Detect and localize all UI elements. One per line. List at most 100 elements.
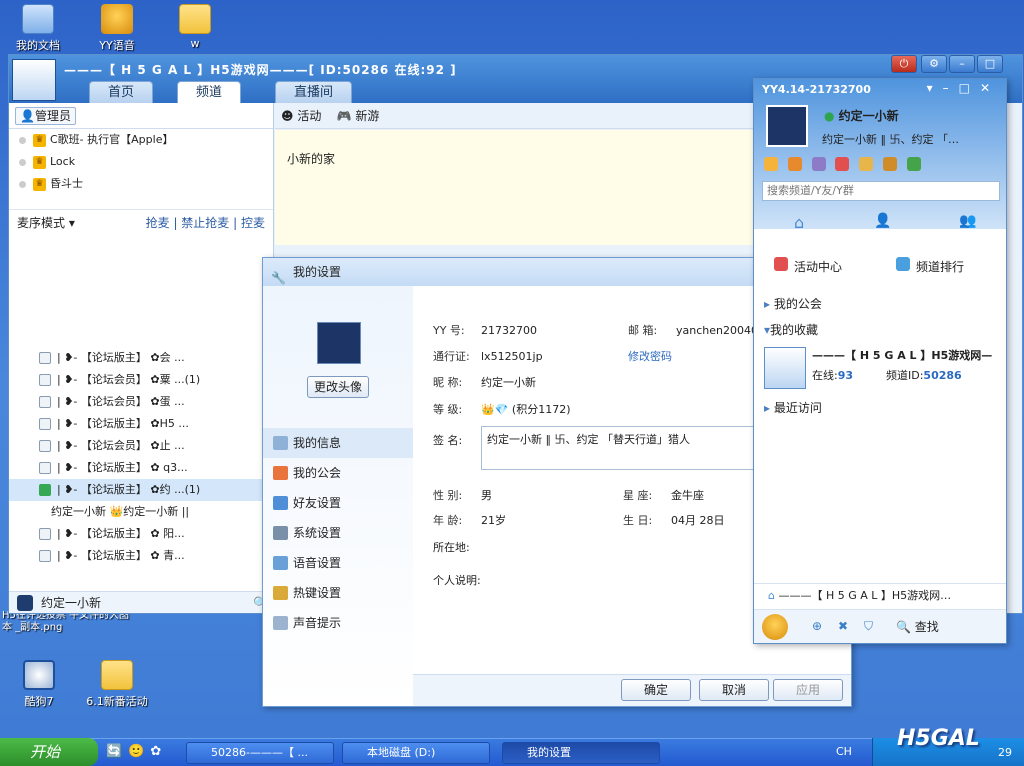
chevron-right-icon: ▸ <box>764 401 771 415</box>
lock-icon <box>39 418 51 430</box>
control-mic-link[interactable]: 控麦 <box>241 216 265 230</box>
desktop-icon-yy[interactable]: YY语音 <box>82 4 152 53</box>
keyboard-icon <box>273 586 288 600</box>
add-icon[interactable]: ⊕ <box>812 619 822 633</box>
app-icon[interactable] <box>883 157 898 171</box>
crown-icon: ♛ <box>33 177 46 191</box>
mic-mode-select[interactable]: 麦序模式 ▾ <box>17 210 75 235</box>
chevron-right-icon: ▸ <box>764 297 771 311</box>
app-icon[interactable] <box>811 157 826 171</box>
my-favorites-section[interactable]: ▾我的收藏 <box>764 321 818 338</box>
age-field: 年 龄: 21岁 <box>433 514 506 527</box>
yy-signature[interactable]: 约定一小新 ‖ 卐、约定 「… <box>822 131 959 147</box>
tab-home[interactable]: 首页 <box>89 81 154 103</box>
desktop-icon-kugou[interactable]: 酷狗7 <box>4 660 74 709</box>
nav-system-settings[interactable]: 系统设置 <box>263 518 413 548</box>
task-my-settings[interactable]: 我的设置 <box>502 742 660 764</box>
start-button[interactable]: 开始 <box>0 738 98 766</box>
activity-button[interactable]: ☻ 活动 <box>281 109 321 123</box>
nav-sound-alerts[interactable]: 声音提示 <box>263 608 413 638</box>
power-button[interactable]: ⏻ <box>891 55 917 73</box>
recent-visits-section[interactable]: ▸ 最近访问 <box>764 399 822 416</box>
nav-voice-settings[interactable]: 语音设置 <box>263 548 413 578</box>
channel-announcement: 小新的家 <box>275 130 755 245</box>
task-channel-window[interactable]: 50286-———【 ... <box>186 742 334 764</box>
list-item[interactable]: | ❥- 【论坛会员】 ✿止 ... <box>9 435 274 457</box>
app-icon[interactable] <box>906 157 921 171</box>
user-row[interactable]: ♛ Lock <box>9 151 273 173</box>
yy-main-panel: YY4.14-21732700 ▾–□✕ ● 约定一小新 约定一小新 ‖ 卐、约… <box>753 78 1007 644</box>
mic-mode-bar: 麦序模式 ▾ 抢麦 | 禁止抢麦 | 控麦 <box>9 209 273 235</box>
list-item[interactable]: | ❥- 【论坛版主】 ✿会 ... <box>9 347 274 369</box>
gift-icon <box>774 257 788 271</box>
app-icon[interactable] <box>787 157 802 171</box>
user-row[interactable]: ♛ C歌班- 执行官【Apple】 <box>9 129 273 151</box>
tools-icon[interactable]: ✖ <box>838 619 848 633</box>
current-user-name[interactable]: 约定一小新 <box>41 592 101 613</box>
new-game-button[interactable]: 🎮 新游 <box>337 109 380 123</box>
apply-button[interactable]: 应用 <box>773 679 843 701</box>
change-password-link[interactable]: 修改密码 <box>628 348 672 364</box>
nav-friend-settings[interactable]: 好友设置 <box>263 488 413 518</box>
list-item[interactable]: | ❥- 【论坛版主】 ✿ 青... <box>9 545 274 567</box>
user-row[interactable]: ♛ 昏斗士 <box>9 173 273 195</box>
desktop-icon-folder-w[interactable]: w <box>160 4 230 50</box>
kugou-icon <box>23 660 55 690</box>
list-item[interactable]: | ❥- 【论坛会员】 ✿粟 ...(1) <box>9 369 274 391</box>
passport-field: 通行证: lx512501jp <box>433 350 543 363</box>
watermark-logo: H5GAL <box>897 726 980 751</box>
task-local-disk[interactable]: 本地磁盘 (D:) <box>342 742 490 764</box>
nav-my-info[interactable]: 我的信息 <box>263 428 413 458</box>
avatar[interactable] <box>766 105 808 147</box>
forbid-grab-mic-link[interactable]: 禁止抢麦 <box>181 216 229 230</box>
fav-channel-title[interactable]: ———【 H 5 G A L 】H5游戏网— <box>812 347 992 363</box>
intro-field: 个人说明: <box>433 574 481 587</box>
minimize-button[interactable]: – <box>949 55 975 73</box>
search-input[interactable]: 搜索频道/Y友/Y群 <box>762 181 1000 201</box>
desktop-icon-my-documents[interactable]: 我的文档 <box>3 4 73 53</box>
list-item[interactable]: | ❥- 【论坛版主】 ✿H5 ... <box>9 413 274 435</box>
tools-icon <box>273 526 288 540</box>
chart-icon <box>896 257 910 271</box>
nav-my-guild[interactable]: 我的公会 <box>263 458 413 488</box>
list-item[interactable]: | ❥- 【论坛版主】 ✿ q3... <box>9 457 274 479</box>
cancel-button[interactable]: 取消 <box>699 679 769 701</box>
maximize-button[interactable]: □ <box>977 55 1003 73</box>
app-icon[interactable] <box>859 157 874 171</box>
find-button[interactable]: 🔍 查找 <box>896 618 939 635</box>
app-icon[interactable] <box>835 157 850 171</box>
group-tab-icon[interactable]: 👥 <box>959 213 976 229</box>
ime-indicator[interactable]: CH <box>836 745 852 758</box>
lock-icon <box>39 550 51 562</box>
grab-mic-link[interactable]: 抢麦 <box>146 216 170 230</box>
nav-hotkey-settings[interactable]: 热键设置 <box>263 578 413 608</box>
friend-tab-icon[interactable]: 👤 <box>874 213 891 229</box>
home-tab-icon[interactable]: ⌂ <box>794 213 804 232</box>
list-item[interactable]: | ❥- 【论坛会员】 ✿蛋 ... <box>9 391 274 413</box>
ok-button[interactable]: 确定 <box>621 679 691 701</box>
channel-toolbar: ☻ 活动 🎮 新游 <box>275 103 755 129</box>
birthday-field: 生 日: 04月 28日 <box>623 514 725 527</box>
yy-logo-icon[interactable] <box>762 614 788 640</box>
desktop-icon-folder-activity[interactable]: 6.1新番活动 <box>80 660 154 709</box>
activity-center-link[interactable]: 活动中心 <box>774 257 842 275</box>
folder-icon <box>179 4 211 34</box>
list-item[interactable]: | ❥- 【论坛版主】 ✿ 阳... <box>9 523 274 545</box>
current-channel-bar[interactable]: ⌂ ———【 H 5 G A L 】H5游戏网… <box>754 583 1006 607</box>
channel-rank-link[interactable]: 频道排行 <box>896 257 964 275</box>
yy-panel-header: YY4.14-21732700 ▾–□✕ ● 约定一小新 约定一小新 ‖ 卐、约… <box>754 79 1006 232</box>
list-item[interactable]: 约定一小新 👑约定一小新 || <box>9 501 274 523</box>
window-controls[interactable]: ▾–□✕ <box>927 81 1000 95</box>
tab-live[interactable]: 直播间 <box>275 81 353 103</box>
list-item-selected[interactable]: | ❥- 【论坛版主】 ✿约 ...(1) <box>9 479 274 501</box>
app-icon[interactable] <box>764 157 778 171</box>
avatar <box>317 322 361 364</box>
my-guild-section[interactable]: ▸ 我的公会 <box>764 295 822 312</box>
quick-launch[interactable]: 🔄🙂✿ <box>106 744 167 759</box>
tab-channel[interactable]: 频道 <box>177 81 242 103</box>
shield-icon[interactable]: ⛉ <box>864 619 873 634</box>
admin-button[interactable]: 👤管理员 <box>15 107 76 125</box>
change-avatar-button[interactable]: 更改头像 <box>307 376 369 398</box>
menu-button[interactable]: ⚙ <box>921 55 947 73</box>
documents-icon <box>22 4 54 34</box>
